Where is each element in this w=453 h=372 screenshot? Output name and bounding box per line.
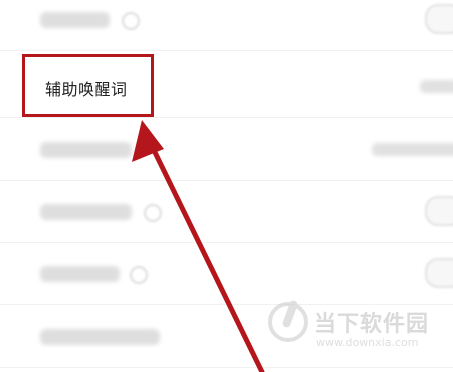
- watermark-title: 当下软件园: [314, 312, 430, 337]
- watermark-url: www.downxia.com: [316, 336, 419, 349]
- watermark: 当下软件园 www.downxia.com: [268, 300, 438, 360]
- downxia-logo-icon: [268, 302, 308, 342]
